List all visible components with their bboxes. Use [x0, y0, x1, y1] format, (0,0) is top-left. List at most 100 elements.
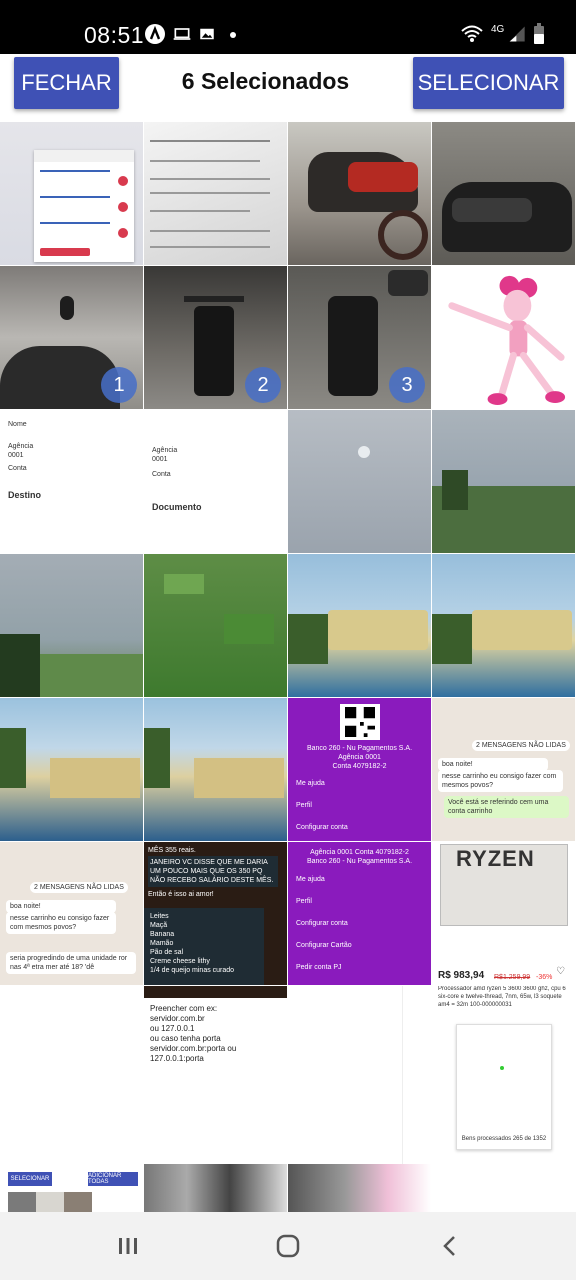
back-icon[interactable] [430, 1230, 470, 1262]
ryzen-description: Processador amd ryzen 5 3600 3600 ghz, c… [438, 986, 566, 1008]
ryzen-price: R$ 983,94 [438, 970, 485, 981]
signal-icon [509, 26, 525, 42]
recent-apps-icon[interactable] [108, 1230, 148, 1262]
thumbnail-game-rain[interactable] [432, 410, 575, 553]
shopping-item: Creme cheese lithy [150, 958, 210, 965]
server-line: ou 127.0.0.1 [150, 1024, 195, 1033]
receipt2-agency-value: 0001 [152, 456, 168, 463]
chat-unread-badge: 2 MENSAGENS NÃO LIDAS [472, 740, 570, 752]
thumbnail-cartoon-spinel[interactable] [432, 266, 575, 409]
thumbnail-game-sky[interactable] [288, 410, 431, 553]
receipt-agency-label: Agência [8, 443, 34, 450]
receipt2-agency-label: Agência [152, 447, 178, 454]
chat2-message: seria progredindo de uma unidade ror nas… [6, 952, 136, 975]
selection-badge: 3 [389, 367, 425, 403]
laptop-icon [173, 28, 191, 40]
chat2-message: nesse carrinho eu consigo fazer com mesm… [6, 912, 116, 935]
thumbnail-ryzen-product[interactable]: RYZEN R$ 983,94 R$1.259,99 -36% ♡ [432, 842, 575, 985]
app-select-button: SELECIONAR [8, 1172, 52, 1186]
home-icon[interactable] [268, 1230, 308, 1262]
thumbnail-game-forest[interactable] [0, 554, 143, 697]
thumbnail-ryzen-detail[interactable]: Processador amd ryzen 5 3600 3600 ghz, c… [432, 986, 575, 1212]
selection-badge: 2 [245, 367, 281, 403]
bank2-line1: Agência 0001 Conta 4079182-2 [310, 849, 409, 856]
thumbnail-receipt-2[interactable]: Agência 0001 Conta Documento [144, 410, 287, 553]
shopping-item: Pão de sal [150, 949, 184, 956]
receipt-account-label: Conta [8, 465, 27, 472]
dot-icon [230, 32, 236, 38]
thumbnail-bank-menu[interactable]: Agência 0001 Conta 4079182-2 Banco 260 -… [288, 842, 431, 985]
navigation-bar [0, 1212, 576, 1280]
thumbnail-bank-app[interactable]: Banco 260 - Nu Pagamentos S.A. Agência 0… [288, 698, 431, 841]
image-grid: 1 2 3 Nome Agência 0001 Conta Destino Ag… [0, 122, 576, 1212]
thumbnail-document-photo[interactable] [144, 122, 287, 265]
chat-dark-msg: MÊS 355 reais. [148, 847, 196, 854]
thumbnail-motorcycle-night-2[interactable]: 2 [144, 266, 287, 409]
ryzen-old-price: R$1.259,99 [494, 974, 531, 981]
ryzen-brand: RYZEN [456, 846, 535, 871]
thumbnail-motorcycle-red[interactable] [288, 122, 431, 265]
processing-text: Bens processados 265 de 1352 [461, 1136, 547, 1142]
shopping-item: Leites [150, 913, 169, 920]
selection-header: FECHAR 6 Selecionados SELECIONAR [0, 54, 576, 122]
bank2-menu-item: Me ajuda [296, 876, 325, 883]
chat-dark-msg: JANEIRO VC DISSE QUE ME DARIA UM POUCO M… [148, 856, 278, 888]
thumbnail-game-island-1[interactable] [288, 554, 431, 697]
shopping-item: Mamão [150, 940, 174, 947]
bank2-menu-item: Pedir conta PJ [296, 964, 342, 971]
bank2-menu-item: Perfil [296, 898, 312, 905]
chat-message: Você está se referindo cem uma conta car… [444, 796, 569, 819]
receipt-destination: Destino [8, 490, 42, 500]
receipt-agency-value: 0001 [8, 452, 24, 459]
bank-line1: Banco 260 - Nu Pagamentos S.A. [306, 745, 413, 752]
thumbnail-receipt-1[interactable]: Nome Agência 0001 Conta Destino [0, 410, 143, 553]
thumbnail-motorcycle-night-3[interactable]: 3 [288, 266, 431, 409]
status-time: 08:51 [84, 22, 145, 48]
thumbnail-blank[interactable] [288, 986, 431, 1212]
image-icon [200, 28, 214, 40]
thumbnail-server-config[interactable]: Preencher com ex: servidor.com.br ou 127… [144, 986, 287, 1212]
thumbnail-game-grass[interactable] [144, 554, 287, 697]
receipt2-account-label: Conta [152, 471, 171, 478]
heart-icon[interactable]: ♡ [556, 966, 565, 977]
server-line: servidor.com.br:porta ou 127.0.0.1:porta [150, 1044, 237, 1064]
app-add-button: ADICIONAR TODAS [88, 1172, 138, 1186]
status-bar: 08:51 4G [0, 0, 576, 54]
assistant-icon [145, 24, 165, 44]
thumbnail-motorcycle-night-1[interactable]: 1 [0, 266, 143, 409]
thumbnail-game-beach-1[interactable] [0, 698, 143, 841]
receipt-name-label: Nome [8, 421, 27, 428]
close-button[interactable]: FECHAR [14, 57, 119, 109]
ryzen-discount: -36% [536, 974, 553, 981]
bank-line3: Conta 4079182-2 [332, 763, 387, 770]
chat-dark-msg: Então é isso ai amor! [148, 891, 214, 898]
bank-menu-item: Perfil [296, 802, 312, 809]
select-button[interactable]: SELECIONAR [413, 57, 564, 109]
network-type: 4G [491, 24, 505, 35]
wifi-icon [461, 25, 483, 42]
thumbnail-app-screen[interactable]: SELECIONAR ADICIONAR TODAS [0, 986, 143, 1212]
bank2-menu-item: Configurar conta [296, 920, 348, 927]
page-title: 6 Selecionados [181, 68, 350, 94]
thumbnail-game-island-2[interactable] [432, 554, 575, 697]
thumbnail-motorcycle-black[interactable] [432, 122, 575, 265]
bank2-line2: Banco 260 - Nu Pagamentos S.A. [306, 858, 413, 865]
receipt-document: Documento [152, 502, 202, 512]
bank2-menu-item: Configurar Cartão [296, 942, 352, 949]
chat-message: nesse carrinho eu consigo fazer com mesm… [438, 770, 563, 793]
shopping-item: Banana [150, 931, 175, 938]
thumbnail-chat[interactable]: 2 MENSAGENS NÃO LIDAS boa noite! nesse c… [432, 698, 575, 841]
battery-icon [534, 23, 544, 44]
thumbnail-chat-dark[interactable]: MÊS 355 reais. JANEIRO VC DISSE QUE ME D… [144, 842, 287, 985]
thumbnail-game-beach-2[interactable] [144, 698, 287, 841]
bank-line2: Agência 0001 [338, 754, 381, 761]
chat2-unread-badge: 2 MENSAGENS NÃO LIDAS [30, 882, 128, 894]
bank-menu-item: Me ajuda [296, 780, 325, 787]
shopping-item: Maçã [150, 922, 168, 929]
server-line: Preencher com ex: [150, 1004, 218, 1013]
thumbnail-chat-2[interactable]: 2 MENSAGENS NÃO LIDAS boa noite! nesse c… [0, 842, 143, 985]
selection-badge: 1 [101, 367, 137, 403]
server-line: servidor.com.br [150, 1014, 205, 1023]
thumbnail-map-screenshot[interactable] [0, 122, 143, 265]
server-line: ou caso tenha porta [150, 1034, 221, 1043]
